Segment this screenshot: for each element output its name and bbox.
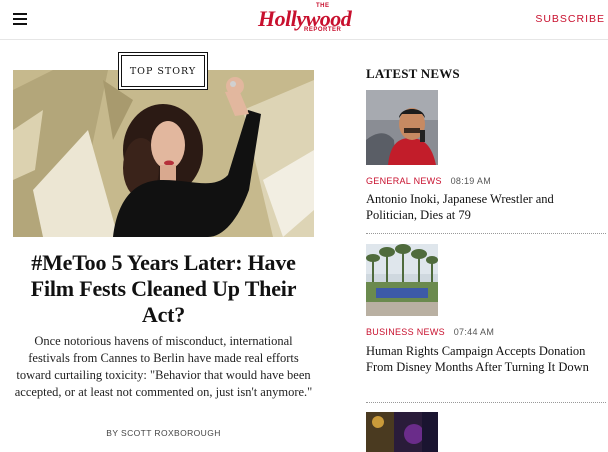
- top-story-byline[interactable]: BY SCOTT ROXBOROUGH: [13, 428, 314, 438]
- news-item-title[interactable]: Human Rights Campaign Accepts Donation F…: [366, 343, 606, 375]
- top-story-image[interactable]: [13, 70, 314, 237]
- site-header: THE Hollywood REPORTER SUBSCRIBE: [0, 0, 608, 40]
- subscribe-link[interactable]: SUBSCRIBE: [535, 13, 605, 25]
- news-thumbnail[interactable]: [366, 412, 438, 452]
- news-divider: [366, 233, 606, 234]
- news-time: 07:44 AM: [453, 327, 495, 337]
- latest-news-heading: LATEST NEWS: [366, 66, 460, 81]
- news-item-title[interactable]: Antonio Inoki, Japanese Wrestler and Pol…: [366, 191, 606, 223]
- site-logo[interactable]: THE Hollywood REPORTER: [258, 3, 362, 35]
- top-story-dek: Once notorious havens of misconduct, int…: [14, 334, 313, 399]
- news-category[interactable]: BUSINESS NEWS: [366, 327, 445, 337]
- thumbnail-image: [366, 244, 438, 316]
- thumbnail-image: [366, 90, 438, 165]
- hero-illustration: [13, 70, 314, 237]
- news-category[interactable]: GENERAL NEWS: [366, 176, 442, 186]
- news-thumbnail[interactable]: [366, 244, 438, 316]
- top-story-badge-label: TOP STORY: [121, 55, 205, 87]
- top-story-headline[interactable]: #MeToo 5 Years Later: Have Film Fests Cl…: [13, 250, 314, 328]
- hamburger-menu-icon[interactable]: [13, 13, 27, 25]
- logo-reporter: REPORTER: [304, 27, 342, 33]
- news-divider: [366, 402, 606, 403]
- news-thumbnail[interactable]: [366, 90, 438, 165]
- news-meta: GENERAL NEWS 08:19 AM: [366, 176, 491, 186]
- top-story-badge: TOP STORY: [118, 52, 208, 90]
- news-time: 08:19 AM: [450, 176, 492, 186]
- thumbnail-image: [366, 412, 438, 452]
- news-meta: BUSINESS NEWS 07:44 AM: [366, 327, 494, 337]
